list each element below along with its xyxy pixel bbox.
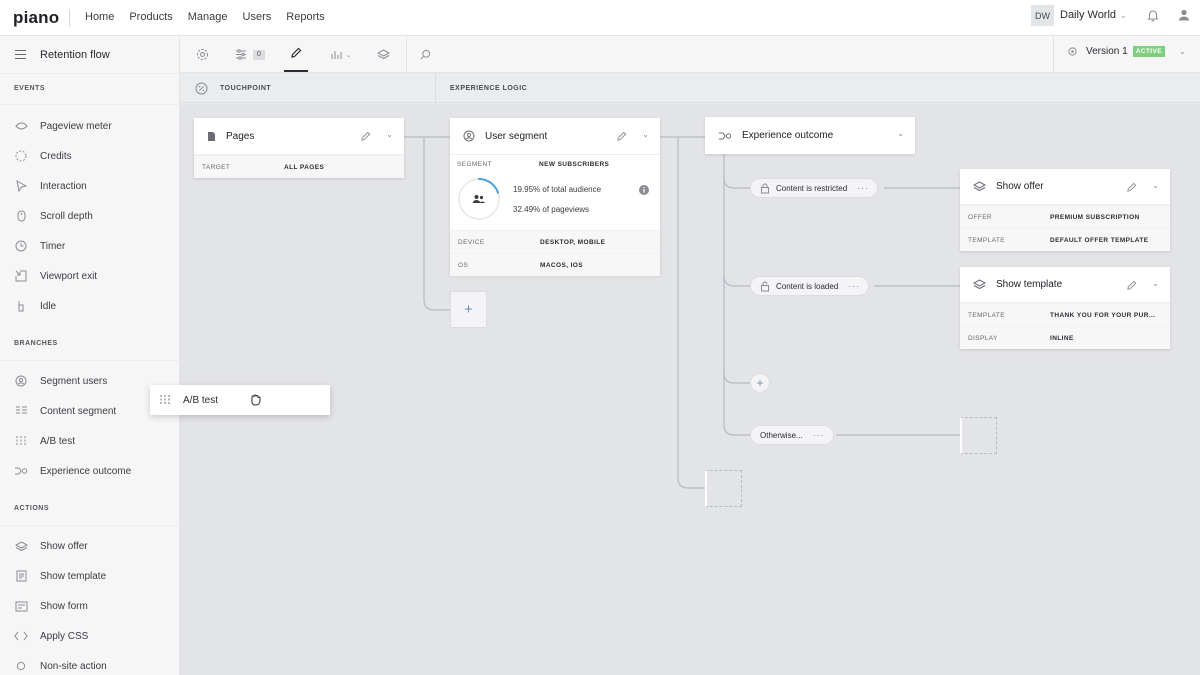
show-template-title: Show template <box>996 279 1063 290</box>
pencil-icon[interactable] <box>1126 280 1137 291</box>
branch-label: Content is loaded <box>776 281 839 291</box>
ab-test-icon <box>160 395 170 405</box>
pages-target-row: TARGET ALL PAGES <box>194 155 404 178</box>
row-key: TARGET <box>202 163 231 171</box>
row-key: TEMPLATE <box>968 311 1006 319</box>
lock-icon <box>761 281 769 291</box>
pencil-icon[interactable] <box>616 131 627 142</box>
row-value: MACOS, IOS <box>540 261 584 269</box>
segment-key: SEGMENT <box>457 161 492 168</box>
chevron-down-icon[interactable]: ⌄ <box>386 130 393 139</box>
user-segment-card-title: User segment <box>485 130 548 142</box>
display-row: DISPLAY INLINE <box>960 326 1170 349</box>
branch-label: Otherwise... <box>760 430 803 440</box>
segment-os-row: OS MACOS, IOS <box>450 253 660 276</box>
row-key: OFFER <box>968 213 993 221</box>
audience-stat: 19.95% of total audience <box>513 185 601 194</box>
template-row: TEMPLATE THANK YOU FOR YOUR PUR... <box>960 303 1170 326</box>
show-offer-card[interactable]: Show offer ⌄ OFFER PREMIUM SUBSCRIPTION … <box>960 169 1170 251</box>
grab-cursor-icon <box>251 394 261 406</box>
info-icon[interactable] <box>639 185 649 195</box>
layers-icon <box>973 181 986 192</box>
more-options-icon[interactable]: ··· <box>813 430 825 440</box>
row-value: ALL PAGES <box>284 163 325 171</box>
plus-icon: + <box>464 301 473 318</box>
drag-item-label: A/B test <box>183 394 219 406</box>
audience-progress-ring <box>458 178 500 220</box>
pages-card[interactable]: Pages ⌄ TARGET ALL PAGES <box>194 118 404 178</box>
row-key: OS <box>458 261 469 269</box>
chevron-down-icon[interactable]: ⌄ <box>1152 279 1159 288</box>
experience-outcome-title: Experience outcome <box>742 130 834 141</box>
dragging-ab-test-item[interactable]: A/B test <box>150 385 330 415</box>
experience-outcome-card[interactable]: Experience outcome ⌄ <box>705 117 915 154</box>
row-key: TEMPLATE <box>968 236 1006 244</box>
row-value: DESKTOP, MOBILE <box>540 238 606 246</box>
segment-summary: SEGMENT NEW SUBSCRIBERS 19.95% of total … <box>450 155 660 230</box>
add-branch-button[interactable]: + <box>750 373 770 393</box>
row-value: PREMIUM SUBSCRIPTION <box>1050 213 1140 221</box>
branch-otherwise[interactable]: Otherwise... ··· <box>750 425 834 445</box>
row-value: INLINE <box>1050 334 1074 342</box>
audience-text: of total audience <box>540 185 602 194</box>
chevron-down-icon[interactable]: ⌄ <box>897 129 904 138</box>
pages-card-title: Pages <box>226 130 255 142</box>
document-icon <box>207 131 216 142</box>
segment-device-row: DEVICE DESKTOP, MOBILE <box>450 230 660 253</box>
row-value: DEFAULT OFFER TEMPLATE <box>1050 236 1149 244</box>
template-row: TEMPLATE DEFAULT OFFER TEMPLATE <box>960 228 1170 251</box>
pageviews-pct: 32.49% <box>513 205 541 214</box>
user-circle-icon <box>463 130 475 142</box>
empty-drop-target[interactable] <box>705 470 742 507</box>
empty-drop-target[interactable] <box>960 417 997 454</box>
more-options-icon[interactable]: ··· <box>857 183 869 193</box>
show-offer-title: Show offer <box>996 181 1044 192</box>
chevron-down-icon[interactable]: ⌄ <box>1152 181 1159 190</box>
branch-label: Content is restricted <box>776 183 848 193</box>
audience-pct: 19.95% <box>513 185 541 194</box>
lock-icon <box>761 183 769 193</box>
branch-content-restricted[interactable]: Content is restricted ··· <box>750 178 879 198</box>
row-key: DEVICE <box>458 238 485 246</box>
row-value: THANK YOU FOR YOUR PUR... <box>1050 311 1156 319</box>
plus-icon: + <box>756 376 764 390</box>
chevron-down-icon[interactable]: ⌄ <box>642 130 649 139</box>
pencil-icon[interactable] <box>1126 182 1137 193</box>
row-key: DISPLAY <box>968 334 998 342</box>
add-step-button[interactable]: + <box>450 291 487 328</box>
user-segment-card[interactable]: User segment ⌄ SEGMENT NEW SUBSCRIBERS 1… <box>450 118 660 276</box>
branch-content-loaded[interactable]: Content is loaded ··· <box>750 276 870 296</box>
offer-row: OFFER PREMIUM SUBSCRIPTION <box>960 205 1170 228</box>
pencil-icon[interactable] <box>360 131 371 142</box>
outcome-icon <box>718 131 732 141</box>
show-template-card[interactable]: Show template ⌄ TEMPLATE THANK YOU FOR Y… <box>960 267 1170 349</box>
layers-icon <box>973 279 986 290</box>
pageviews-stat: 32.49% of pageviews <box>513 205 589 214</box>
segment-value: NEW SUBSCRIBERS <box>539 161 610 168</box>
more-options-icon[interactable]: ··· <box>848 281 860 291</box>
pageviews-text: of pageviews <box>540 205 590 214</box>
